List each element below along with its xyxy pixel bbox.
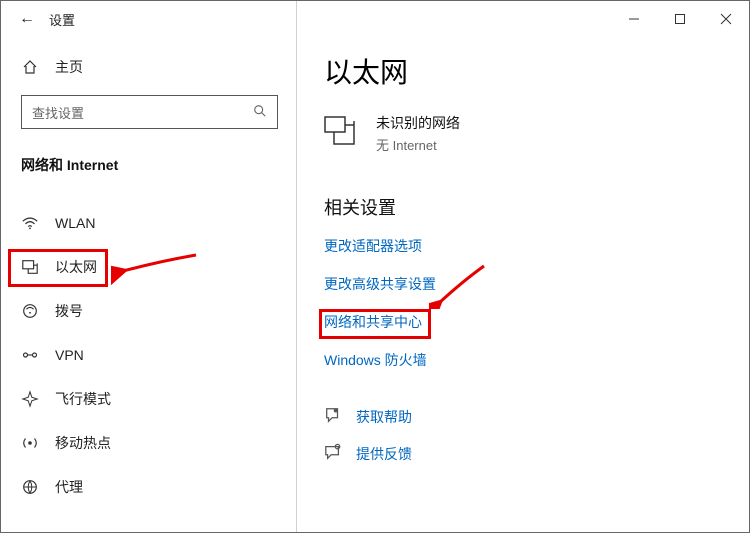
get-help-link[interactable]: 获取帮助 bbox=[324, 406, 749, 427]
ethernet-icon bbox=[21, 258, 39, 276]
minimize-button[interactable] bbox=[611, 1, 657, 37]
help-icon bbox=[324, 406, 342, 427]
sidebar-item-proxy[interactable]: 代理 bbox=[1, 465, 296, 509]
sidebar-item-label: 移动热点 bbox=[55, 433, 111, 453]
sidebar-item-vpn[interactable]: VPN bbox=[1, 333, 296, 377]
sidebar-item-hotspot[interactable]: 移动热点 bbox=[1, 421, 296, 465]
back-icon[interactable]: ← bbox=[19, 11, 35, 27]
status-line1: 未识别的网络 bbox=[376, 113, 460, 133]
search-icon bbox=[253, 104, 267, 121]
sidebar-item-label: 以太网 bbox=[55, 257, 97, 277]
link-adapter-options[interactable]: 更改适配器选项 bbox=[324, 236, 749, 256]
feedback-label: 提供反馈 bbox=[356, 444, 412, 464]
sidebar-item-ethernet[interactable]: 以太网 bbox=[1, 245, 296, 289]
home-button[interactable]: 主页 bbox=[1, 37, 296, 87]
sidebar-item-wlan[interactable]: WLAN bbox=[1, 201, 296, 245]
close-button[interactable] bbox=[703, 1, 749, 37]
sidebar-item-label: 拨号 bbox=[55, 301, 83, 321]
hotspot-icon bbox=[21, 434, 39, 452]
link-windows-firewall[interactable]: Windows 防火墙 bbox=[324, 350, 749, 370]
related-settings-header: 相关设置 bbox=[324, 194, 749, 220]
home-icon bbox=[21, 59, 39, 75]
ethernet-status-icon bbox=[324, 116, 358, 151]
search-input[interactable]: 查找设置 bbox=[21, 95, 278, 129]
dialup-icon bbox=[21, 302, 39, 320]
vpn-icon bbox=[21, 346, 39, 364]
sidebar-item-dialup[interactable]: 拨号 bbox=[1, 289, 296, 333]
sidebar-item-airplane[interactable]: 飞行模式 bbox=[1, 377, 296, 421]
feedback-icon bbox=[324, 443, 342, 464]
link-advanced-sharing[interactable]: 更改高级共享设置 bbox=[324, 274, 749, 294]
home-label: 主页 bbox=[55, 57, 83, 77]
sidebar-item-label: 飞行模式 bbox=[55, 389, 111, 409]
link-network-sharing-center[interactable]: 网络和共享中心 bbox=[324, 312, 749, 332]
get-help-label: 获取帮助 bbox=[356, 407, 412, 427]
wifi-icon bbox=[21, 214, 39, 232]
airplane-icon bbox=[21, 390, 39, 408]
sidebar-section-title: 网络和 Internet bbox=[1, 129, 296, 183]
sidebar-item-label: WLAN bbox=[55, 215, 95, 231]
feedback-link[interactable]: 提供反馈 bbox=[324, 443, 749, 464]
proxy-icon bbox=[21, 478, 39, 496]
sidebar-item-label: 代理 bbox=[55, 477, 83, 497]
sidebar-item-label: VPN bbox=[55, 347, 84, 363]
search-placeholder: 查找设置 bbox=[32, 103, 84, 122]
status-line2: 无 Internet bbox=[376, 135, 460, 154]
page-title: 以太网 bbox=[324, 51, 749, 91]
maximize-button[interactable] bbox=[657, 1, 703, 37]
app-title: 设置 bbox=[49, 10, 75, 29]
